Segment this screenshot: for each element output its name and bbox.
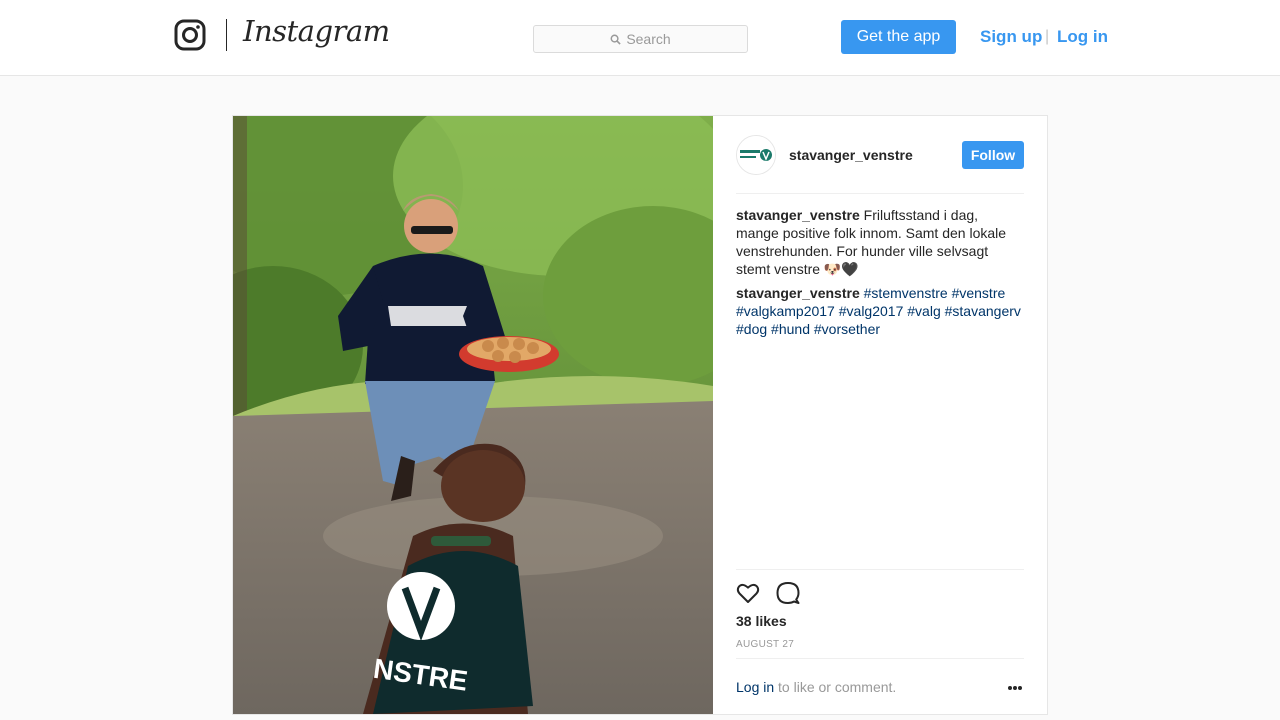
search-placeholder: Search — [626, 31, 671, 47]
caption-username[interactable]: stavanger_venstre — [736, 207, 860, 223]
venstre-logo-avatar — [737, 136, 775, 174]
hashtag-link[interactable]: #stavangerv — [945, 303, 1021, 319]
follow-button[interactable]: Follow — [962, 141, 1024, 169]
heart-icon[interactable] — [736, 581, 760, 605]
hashtag-comment: stavanger_venstre #stemvenstre #venstre … — [736, 284, 1024, 338]
comment-icon[interactable] — [776, 581, 800, 605]
more-options-icon[interactable] — [1007, 685, 1023, 691]
post-photo[interactable]: NSTRE — [233, 116, 713, 714]
caption-comment: stavanger_venstre Friluftsstand i dag, m… — [736, 206, 1024, 278]
hashtag-comment-username[interactable]: stavanger_venstre — [736, 285, 860, 301]
sign-up-link[interactable]: Sign up — [980, 27, 1042, 47]
instagram-wordmark[interactable]: Instagram — [243, 14, 390, 48]
hashtag-link[interactable]: #vorsether — [814, 321, 880, 337]
nav-divider — [226, 19, 227, 51]
log-in-link[interactable]: Log in — [1057, 27, 1108, 47]
profile-avatar[interactable] — [736, 135, 776, 175]
hashtag-link[interactable]: #valg — [907, 303, 940, 319]
hashtag-link[interactable]: #hund — [771, 321, 810, 337]
divider — [736, 193, 1024, 194]
link-separator: | — [1045, 28, 1050, 45]
hashtag-link[interactable]: #valg2017 — [839, 303, 904, 319]
divider — [736, 569, 1024, 570]
hashtag-link[interactable]: #dog — [736, 321, 767, 337]
login-prompt-text: to like or comment. — [774, 679, 897, 695]
search-icon — [610, 34, 621, 45]
instagram-glyph-icon[interactable] — [174, 19, 206, 51]
hashtag-link[interactable]: #venstre — [952, 285, 1006, 301]
get-the-app-button[interactable]: Get the app — [841, 20, 956, 54]
top-nav: Instagram Search Get the app Sign up | L… — [0, 0, 1280, 76]
login-prompt: Log in to like or comment. — [736, 679, 896, 695]
login-to-like-link[interactable]: Log in — [736, 679, 774, 695]
hashtag-link[interactable]: #stemvenstre — [864, 285, 948, 301]
post-date: AUGUST 27 — [736, 639, 795, 650]
divider — [736, 658, 1024, 659]
likes-count[interactable]: 38 likes — [736, 613, 787, 629]
post-card: NSTRE stavanger_venstre Follow stavanger… — [232, 115, 1048, 715]
post-photo-illustration: NSTRE — [233, 116, 713, 714]
post-sidebar: stavanger_venstre Follow stavanger_venst… — [713, 116, 1047, 714]
search-input[interactable]: Search — [533, 25, 748, 53]
hashtag-link[interactable]: #valgkamp2017 — [736, 303, 835, 319]
post-username[interactable]: stavanger_venstre — [789, 147, 913, 163]
